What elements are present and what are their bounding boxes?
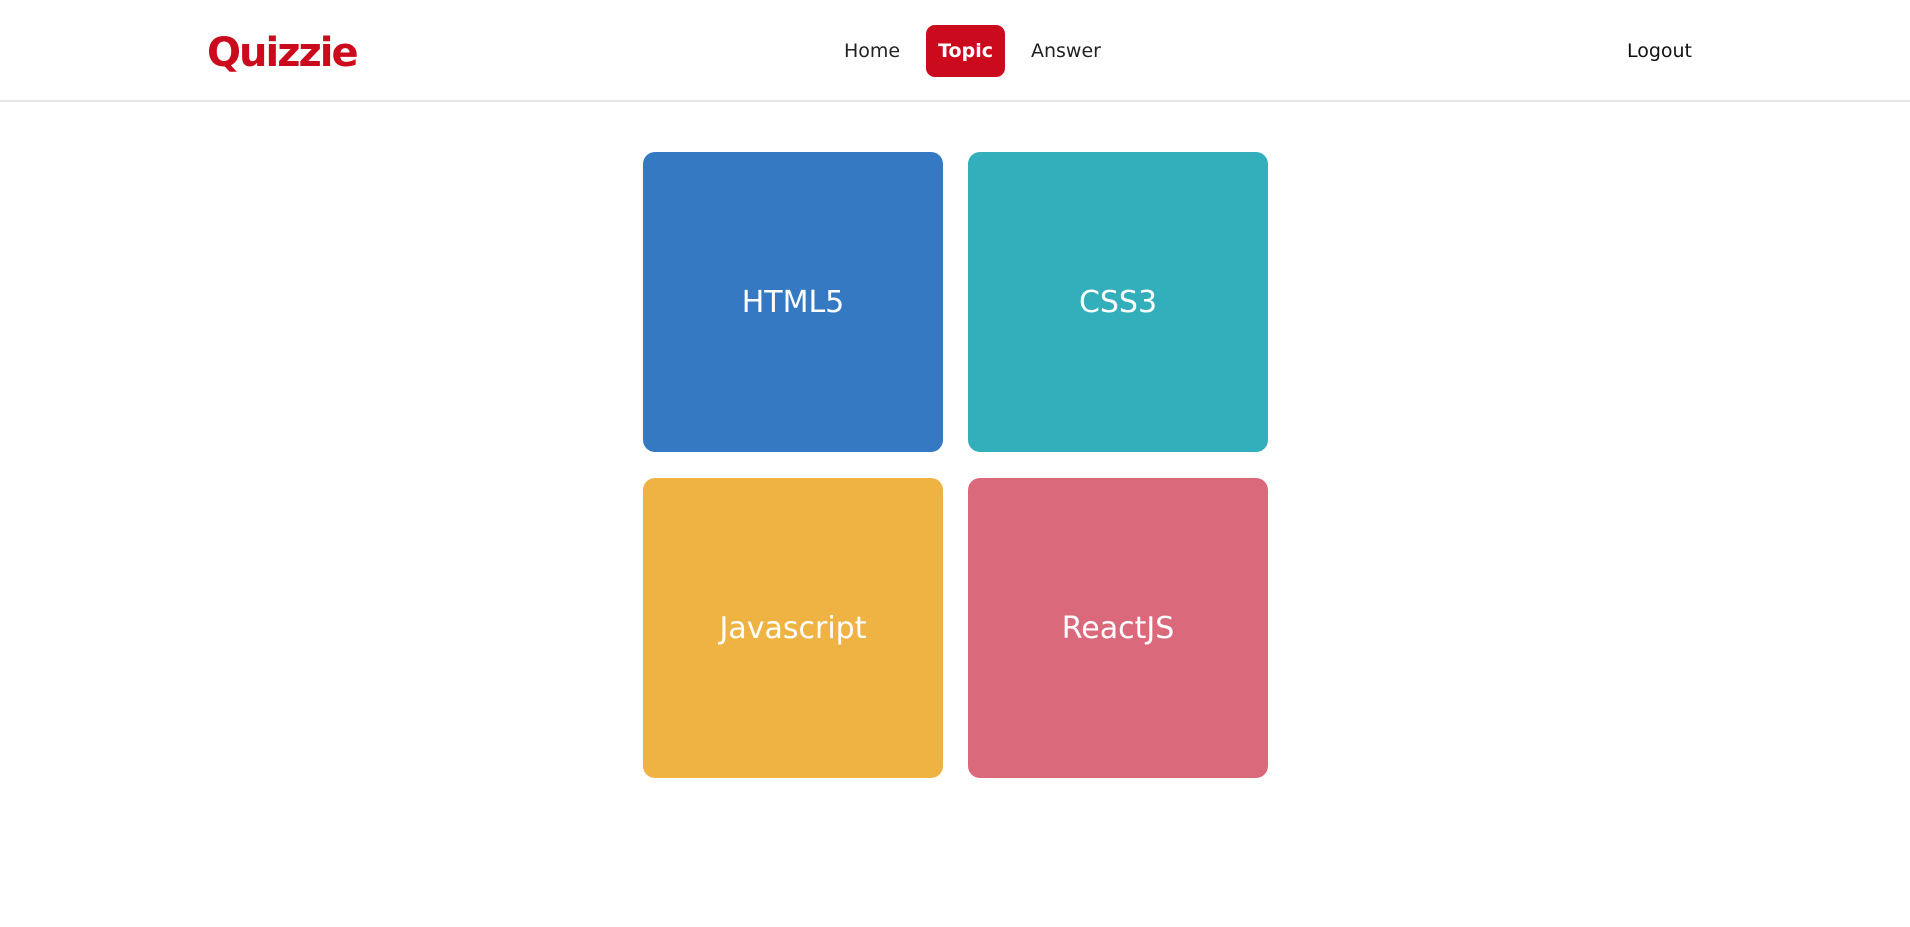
topic-tile-css3[interactable]: CSS3 [968,152,1268,452]
topic-grid: HTML5 CSS3 Javascript ReactJS [643,152,1268,778]
nav-topic[interactable]: Topic [926,25,1005,77]
nav-home[interactable]: Home [832,25,912,77]
navbar: Quizzie Home Topic Answer Logout [0,0,1910,102]
topic-label: Javascript [719,610,867,646]
quizzie-logo[interactable]: Quizzie [207,26,359,80]
nav-links: Home Topic Answer [832,25,1127,77]
nav-answer[interactable]: Answer [1019,25,1113,77]
topic-label: HTML5 [741,284,845,320]
logout-button[interactable]: Logout [1627,25,1692,77]
topic-tile-javascript[interactable]: Javascript [643,478,943,778]
topic-label: CSS3 [1078,284,1158,320]
topic-tile-html5[interactable]: HTML5 [643,152,943,452]
topic-tile-reactjs[interactable]: ReactJS [968,478,1268,778]
topic-label: ReactJS [1061,610,1175,646]
